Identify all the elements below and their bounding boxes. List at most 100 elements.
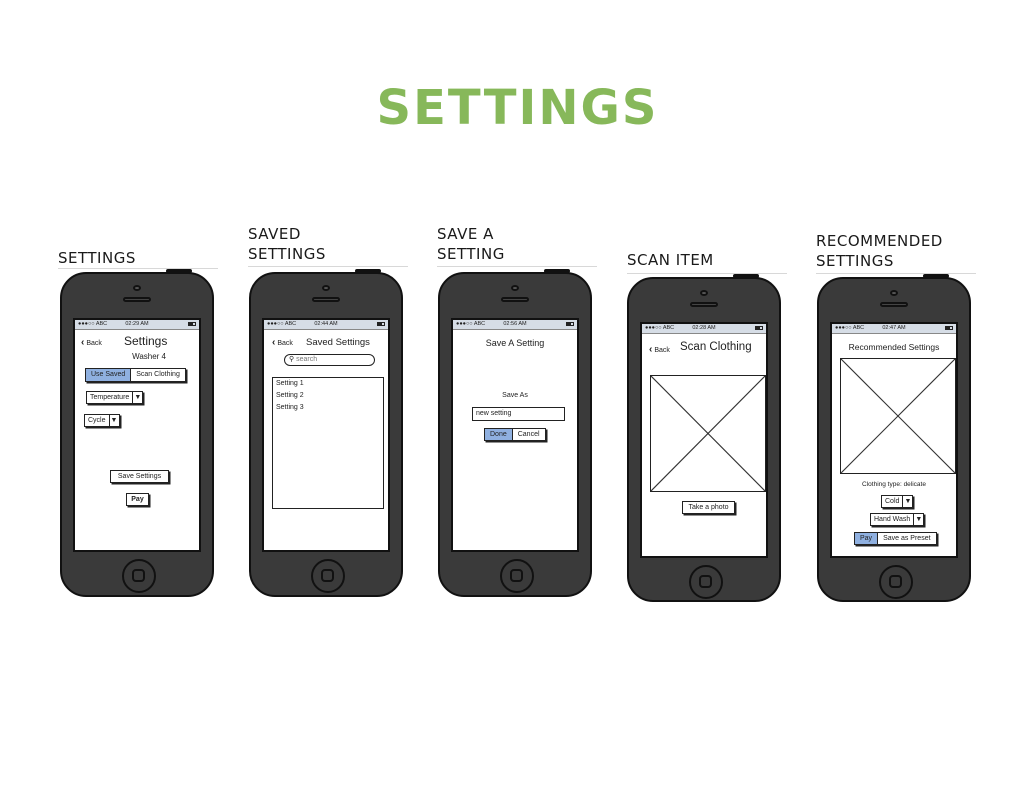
page-title: SETTINGS	[376, 80, 659, 136]
screen-title: Save A Setting	[485, 338, 545, 348]
washer-label: Washer 4	[75, 352, 199, 361]
search-icon: ⚲	[289, 356, 295, 363]
image-placeholder-icon	[841, 359, 955, 473]
temperature-value: Temperature	[87, 392, 134, 403]
clock-text: 02:44 AM	[314, 321, 338, 327]
chevron-left-icon: ‹	[649, 344, 653, 355]
phone-scan-item: ●●●○○ ABC 02:28 AM ‹ Back Scan Clothing T…	[627, 274, 781, 602]
saved-settings-list: Setting 1 Setting 2 Setting 3	[272, 377, 384, 509]
screen-title: Recommended Settings	[848, 342, 940, 352]
recommended-actions-segmented: Pay Save as Preset	[854, 532, 937, 545]
list-item[interactable]: Setting 2	[273, 390, 383, 402]
home-button	[122, 559, 156, 593]
cycle-dropdown[interactable]: Hand Wash ▼	[870, 513, 925, 526]
setting-name-input[interactable]: new setting	[472, 407, 565, 421]
clock-text: 02:28 AM	[692, 325, 716, 331]
search-input[interactable]: ⚲ search	[284, 354, 375, 366]
column-label-settings: SETTINGS	[58, 249, 136, 267]
take-photo-button[interactable]: Take a photo	[682, 501, 735, 514]
chevron-down-icon: ▼	[904, 498, 912, 505]
screen-recommended-settings: ●●●○○ ABC 02:47 AM Recommended Settings …	[830, 322, 958, 558]
back-label: Back	[86, 340, 102, 347]
home-button	[311, 559, 345, 593]
screen-title: Scan Clothing	[680, 341, 752, 353]
clothing-type-label: Clothing type: delicate	[862, 481, 926, 488]
done-button[interactable]: Done	[485, 429, 513, 440]
camera-icon	[511, 285, 519, 291]
pay-button[interactable]: Pay	[855, 533, 879, 544]
cycle-dropdown[interactable]: Cycle ▼	[84, 414, 120, 427]
battery-icon	[188, 322, 196, 326]
status-bar: ●●●○○ ABC 02:29 AM	[75, 320, 199, 330]
divider	[58, 268, 218, 269]
camera-preview-placeholder[interactable]	[650, 375, 766, 492]
temperature-dropdown[interactable]: Temperature ▼	[86, 391, 144, 404]
power-button	[544, 269, 570, 273]
battery-icon	[755, 326, 763, 330]
status-bar: ●●●○○ ABC 02:44 AM	[264, 320, 388, 330]
cycle-value: Cycle	[85, 415, 110, 426]
back-label: Back	[654, 347, 670, 354]
status-bar: ●●●○○ ABC 02:28 AM	[642, 324, 766, 334]
chevron-left-icon: ‹	[81, 337, 85, 348]
speaker-icon	[312, 297, 340, 302]
clock-text: 02:56 AM	[503, 321, 527, 327]
speaker-icon	[880, 302, 908, 307]
source-segmented-control: Use Saved Scan Clothing	[85, 368, 186, 382]
column-label-save-a-setting: SAVE A SETTING	[437, 225, 505, 263]
divider	[816, 273, 976, 274]
screen-saved-settings: ●●●○○ ABC 02:44 AM ‹ Back Saved Settings …	[262, 318, 390, 552]
search-placeholder: search	[296, 356, 318, 363]
speaker-icon	[123, 297, 151, 302]
clock-text: 02:29 AM	[125, 321, 149, 327]
temperature-dropdown[interactable]: Cold ▼	[881, 495, 914, 508]
cancel-button[interactable]: Cancel	[512, 429, 545, 440]
image-placeholder-icon	[651, 376, 765, 491]
chevron-left-icon: ‹	[272, 337, 276, 348]
phone-saved-settings: ●●●○○ ABC 02:44 AM ‹ Back Saved Settings …	[249, 269, 403, 597]
chevron-down-icon: ▼	[915, 516, 923, 523]
speaker-icon	[501, 297, 529, 302]
temperature-value: Cold	[882, 496, 904, 507]
save-as-preset-button[interactable]: Save as Preset	[878, 533, 936, 544]
camera-icon	[890, 290, 898, 296]
phone-settings: ●●●○○ ABC 02:29 AM ‹ Back Settings Washer…	[60, 269, 214, 597]
cycle-value: Hand Wash	[871, 514, 915, 525]
back-button[interactable]: ‹ Back	[272, 337, 293, 348]
camera-icon	[322, 285, 330, 291]
clock-text: 02:47 AM	[882, 325, 906, 331]
save-settings-button[interactable]: Save Settings	[110, 470, 169, 483]
chevron-down-icon: ▼	[110, 417, 118, 424]
pay-button[interactable]: Pay	[126, 493, 149, 506]
home-button	[689, 565, 723, 599]
phone-recommended-settings: ●●●○○ ABC 02:47 AM Recommended Settings …	[817, 274, 971, 602]
list-item[interactable]: Setting 3	[273, 402, 383, 414]
divider	[437, 266, 597, 267]
status-bar: ●●●○○ ABC 02:47 AM	[832, 324, 956, 334]
home-button	[500, 559, 534, 593]
battery-icon	[377, 322, 385, 326]
screen-save-a-setting: ●●●○○ ABC 02:56 AM Save A Setting Save A…	[451, 318, 579, 552]
back-label: Back	[277, 340, 293, 347]
chevron-down-icon: ▼	[134, 394, 142, 401]
battery-icon	[566, 322, 574, 326]
battery-icon	[945, 326, 953, 330]
back-button[interactable]: ‹ Back	[649, 344, 670, 355]
power-button	[733, 274, 759, 278]
status-bar: ●●●○○ ABC 02:56 AM	[453, 320, 577, 330]
column-label-scan-item: SCAN ITEM	[627, 251, 714, 269]
phone-save-a-setting: ●●●○○ ABC 02:56 AM Save A Setting Save A…	[438, 269, 592, 597]
use-saved-segment[interactable]: Use Saved	[86, 369, 132, 381]
power-button	[923, 274, 949, 278]
column-label-recommended-settings: RECOMMENDED SETTINGS	[816, 232, 943, 270]
back-button[interactable]: ‹ Back	[81, 337, 102, 348]
divider	[248, 266, 408, 267]
home-button	[879, 565, 913, 599]
list-item[interactable]: Setting 1	[273, 378, 383, 390]
scan-clothing-segment[interactable]: Scan Clothing	[131, 369, 185, 381]
save-as-label: Save As	[502, 392, 528, 399]
screen-settings: ●●●○○ ABC 02:29 AM ‹ Back Settings Washer…	[73, 318, 201, 552]
screen-title: Settings	[124, 334, 168, 348]
screen-scan-clothing: ●●●○○ ABC 02:28 AM ‹ Back Scan Clothing T…	[640, 322, 768, 558]
power-button	[166, 269, 192, 273]
